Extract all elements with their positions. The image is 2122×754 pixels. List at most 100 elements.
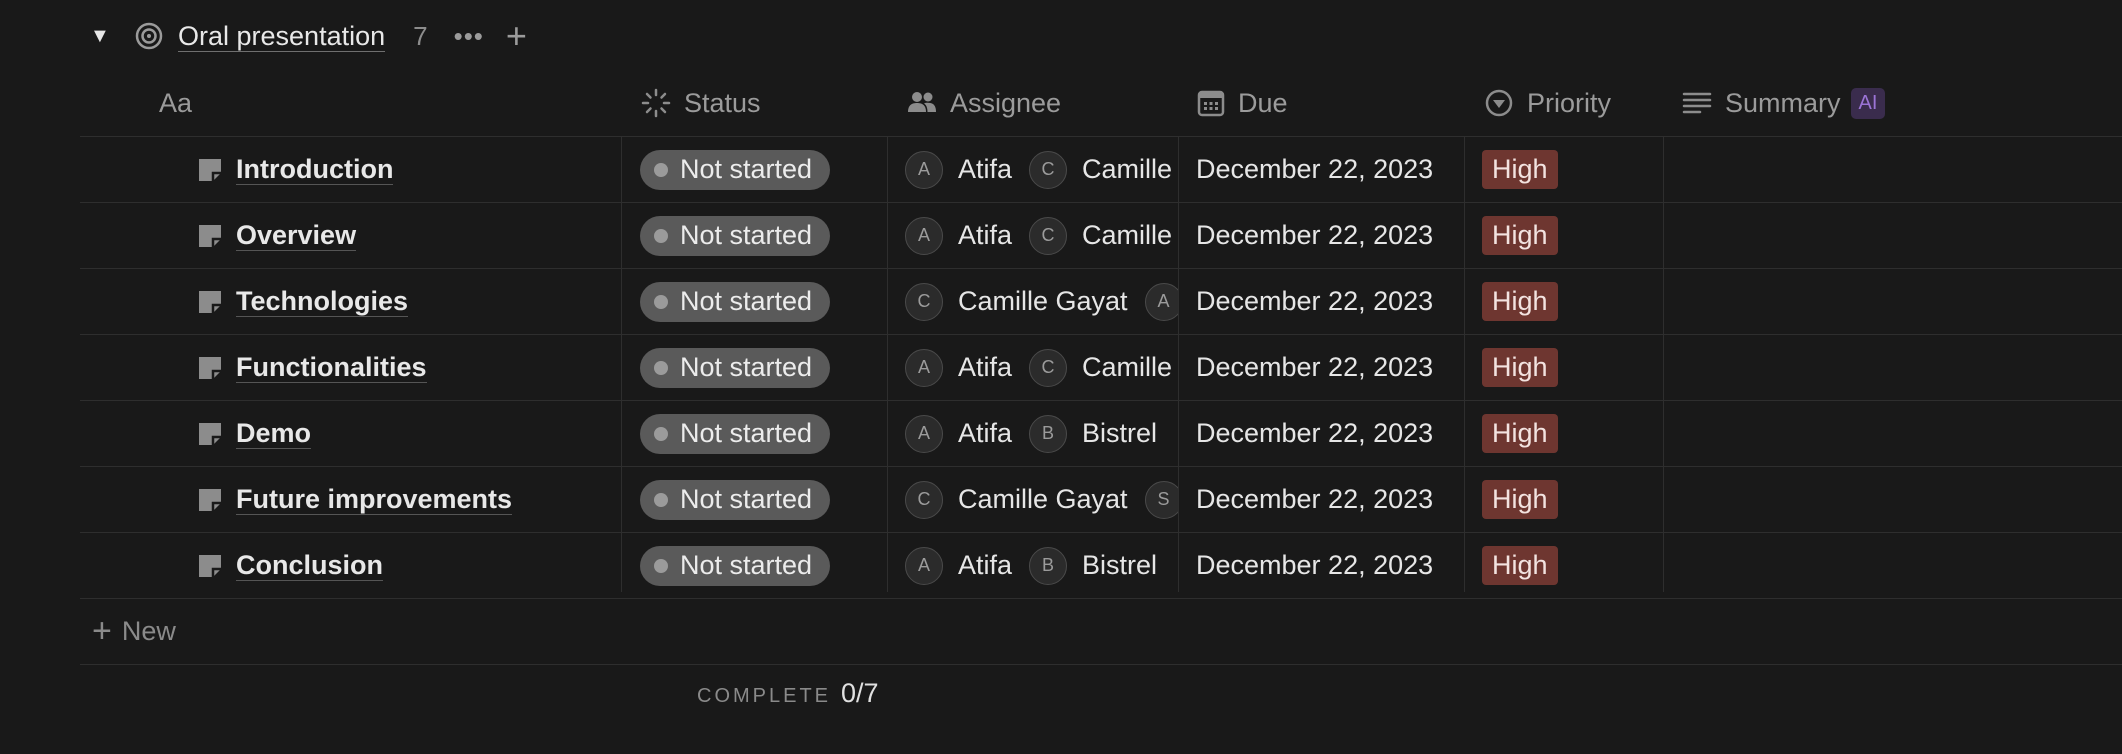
row-title[interactable]: Demo <box>236 418 312 449</box>
priority-cell[interactable]: High <box>1482 335 1662 400</box>
row-title[interactable]: Overview <box>236 220 357 251</box>
status-text: Not started <box>680 286 813 316</box>
group-count: 7 <box>413 20 428 51</box>
page-icon <box>199 158 221 181</box>
column-header-summary[interactable]: Summary AI <box>1681 70 1886 136</box>
text-lines-icon <box>1682 92 1712 114</box>
due-cell[interactable]: December 22, 2023 <box>1196 401 1461 466</box>
page-icon <box>199 422 221 445</box>
table-row[interactable]: Future improvements Not started C Camille… <box>80 467 2122 533</box>
column-header-name[interactable]: Aa <box>159 70 192 136</box>
status-cell[interactable]: Not started <box>640 401 880 466</box>
column-header-assignee[interactable]: Assignee <box>906 70 1061 136</box>
table-row[interactable]: Introduction Not started A Atifa C Camille … <box>80 137 2122 203</box>
row-title[interactable]: Functionalities <box>236 352 427 383</box>
status-cell[interactable]: Not started <box>640 335 880 400</box>
avatar: A <box>905 216 943 255</box>
assignee-cell[interactable]: C Camille Gayat A <box>905 269 1178 334</box>
column-divider <box>1663 136 1664 592</box>
add-item-icon[interactable]: + <box>506 18 527 54</box>
due-cell[interactable]: December 22, 2023 <box>1196 203 1461 268</box>
priority-cell[interactable]: High <box>1482 137 1662 202</box>
status-text: Not started <box>680 154 813 184</box>
assignee-cell[interactable]: A Atifa B Bistrel <box>905 533 1178 598</box>
row-title[interactable]: Future improvements <box>236 484 513 515</box>
status-text: Not started <box>680 418 813 448</box>
more-options-icon[interactable]: ••• <box>454 21 484 52</box>
assignee-cell[interactable]: A Atifa C Camille <box>905 137 1178 202</box>
people-icon <box>908 92 936 112</box>
page-icon <box>199 290 221 313</box>
name-cell[interactable]: Conclusion <box>196 533 616 598</box>
due-cell[interactable]: December 22, 2023 <box>1196 467 1461 532</box>
column-header-status[interactable]: Status <box>640 70 761 136</box>
summary-cell[interactable] <box>1664 401 2122 466</box>
assignee-cell[interactable]: C Camille Gayat S <box>905 467 1178 532</box>
row-title[interactable]: Introduction <box>236 154 394 185</box>
table-row[interactable]: Overview Not started A Atifa C Camille Dece… <box>80 203 2122 269</box>
status-cell[interactable]: Not started <box>640 533 880 598</box>
name-cell[interactable]: Functionalities <box>196 335 616 400</box>
triangle-down-icon[interactable]: ▼ <box>90 25 116 48</box>
due-date: December 22, 2023 <box>1196 484 1434 514</box>
avatar: C <box>1029 150 1068 189</box>
summary-cell[interactable] <box>1664 203 2122 268</box>
due-cell[interactable]: December 22, 2023 <box>1196 137 1461 202</box>
due-cell[interactable]: December 22, 2023 <box>1196 533 1461 598</box>
priority-cell[interactable]: High <box>1482 401 1662 466</box>
summary-cell[interactable] <box>1664 533 2122 598</box>
summary-cell[interactable] <box>1664 335 2122 400</box>
calendar-icon <box>1197 90 1225 117</box>
column-header-due[interactable]: Due <box>1196 70 1288 136</box>
due-date: December 22, 2023 <box>1196 550 1434 580</box>
priority-cell[interactable]: High <box>1482 203 1662 268</box>
table-row[interactable]: Conclusion Not started A Atifa B Bistrel De… <box>80 533 2122 599</box>
name-cell[interactable]: Technologies <box>196 269 616 334</box>
column-divider <box>621 136 622 592</box>
avatar: C <box>1029 216 1068 255</box>
calculation-footer[interactable]: COMPLETE 0/7 <box>697 678 879 709</box>
status-cell[interactable]: Not started <box>640 269 880 334</box>
target-icon <box>135 22 163 50</box>
status-cell[interactable]: Not started <box>640 137 880 202</box>
avatar: C <box>905 480 943 519</box>
status-cell[interactable]: Not started <box>640 203 880 268</box>
due-date: December 22, 2023 <box>1196 286 1434 316</box>
assignee-cell[interactable]: A Atifa B Bistrel <box>905 401 1178 466</box>
table-row[interactable]: Functionalities Not started A Atifa C Camil… <box>80 335 2122 401</box>
assignee-cell[interactable]: A Atifa C Camille <box>905 203 1178 268</box>
status-dot-icon <box>654 162 668 177</box>
ai-badge[interactable]: AI <box>1850 87 1886 119</box>
status-text: Not started <box>680 352 813 382</box>
column-divider <box>1178 136 1179 592</box>
priority-cell[interactable]: High <box>1482 269 1662 334</box>
priority-cell[interactable]: High <box>1482 467 1662 532</box>
status-cell[interactable]: Not started <box>640 467 880 532</box>
table-row[interactable]: Demo Not started A Atifa B Bistrel December… <box>80 401 2122 467</box>
status-badge: Not started <box>640 347 831 388</box>
name-cell[interactable]: Demo <box>196 401 616 466</box>
due-cell[interactable]: December 22, 2023 <box>1196 335 1461 400</box>
avatar: C <box>905 282 943 321</box>
summary-cell[interactable] <box>1664 137 2122 202</box>
table-row[interactable]: Technologies Not started C Camille Gayat A… <box>80 269 2122 335</box>
group-title[interactable]: Oral presentation <box>178 21 386 52</box>
status-badge: Not started <box>640 215 831 256</box>
status-dot-icon <box>654 426 668 441</box>
priority-tag: High <box>1482 150 1558 189</box>
summary-cell[interactable] <box>1664 467 2122 532</box>
priority-cell[interactable]: High <box>1482 533 1662 598</box>
assignee-name: Camille Gayat <box>958 286 1128 316</box>
due-cell[interactable]: December 22, 2023 <box>1196 269 1461 334</box>
name-cell[interactable]: Future improvements <box>196 467 616 532</box>
new-row-button[interactable]: + New <box>80 599 2122 665</box>
assignee-cell[interactable]: A Atifa C Camille <box>905 335 1178 400</box>
row-title[interactable]: Conclusion <box>236 550 383 581</box>
column-header-priority[interactable]: Priority <box>1483 70 1611 136</box>
row-title[interactable]: Technologies <box>236 286 409 317</box>
summary-cell[interactable] <box>1664 269 2122 334</box>
name-cell[interactable]: Overview <box>196 203 616 268</box>
status-dot-icon <box>654 228 668 243</box>
assignee-name: Camille Gayat <box>958 484 1128 514</box>
name-cell[interactable]: Introduction <box>196 137 616 202</box>
